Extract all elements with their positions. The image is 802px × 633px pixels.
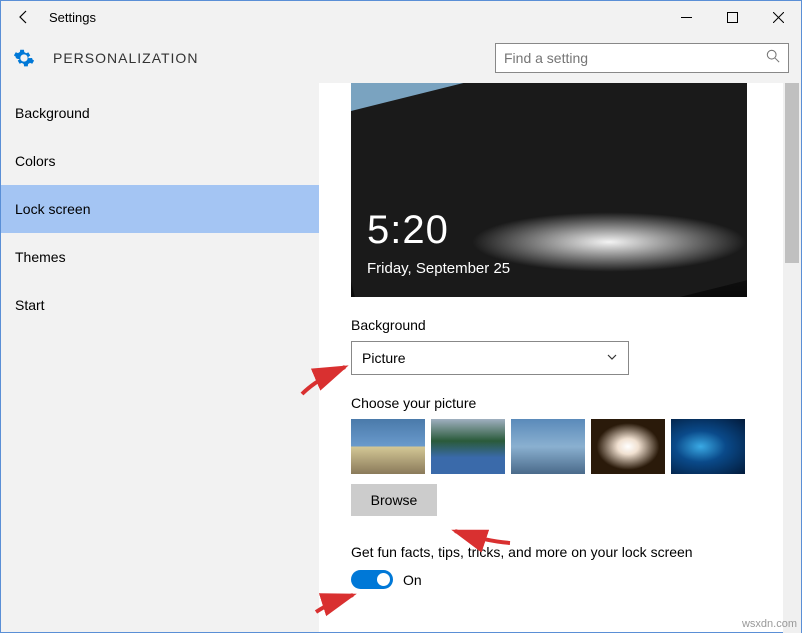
sidebar-item-start[interactable]: Start bbox=[1, 281, 319, 329]
header: PERSONALIZATION bbox=[1, 33, 801, 83]
picture-thumb-3[interactable] bbox=[511, 419, 585, 474]
sidebar-item-background[interactable]: Background bbox=[1, 89, 319, 137]
titlebar: Settings bbox=[1, 1, 801, 33]
browse-button[interactable]: Browse bbox=[351, 484, 437, 516]
picture-thumb-2[interactable] bbox=[431, 419, 505, 474]
preview-date: Friday, September 25 bbox=[367, 260, 510, 277]
search-icon bbox=[766, 49, 780, 68]
sidebar-item-lock-screen[interactable]: Lock screen bbox=[1, 185, 319, 233]
watermark: wsxdn.com bbox=[742, 618, 797, 630]
maximize-icon bbox=[727, 12, 738, 23]
search-container bbox=[495, 43, 789, 73]
preview-time: 5:20 bbox=[367, 208, 449, 253]
back-button[interactable] bbox=[9, 2, 39, 32]
choose-picture-label: Choose your picture bbox=[351, 395, 801, 411]
arrow-left-icon bbox=[16, 9, 32, 25]
scrollbar[interactable] bbox=[783, 83, 801, 633]
background-label: Background bbox=[351, 317, 801, 333]
picture-thumb-1[interactable] bbox=[351, 419, 425, 474]
picture-thumbnails bbox=[351, 419, 801, 474]
toggle-row: On bbox=[351, 570, 801, 589]
sidebar: Background Colors Lock screen Themes Sta… bbox=[1, 83, 319, 632]
fun-facts-label: Get fun facts, tips, tricks, and more on… bbox=[351, 544, 801, 560]
window-controls bbox=[663, 1, 801, 33]
close-icon bbox=[773, 12, 784, 23]
chevron-down-icon bbox=[606, 350, 618, 366]
search-box[interactable] bbox=[495, 43, 789, 73]
fun-facts-toggle[interactable] bbox=[351, 570, 393, 589]
picture-thumb-4[interactable] bbox=[591, 419, 665, 474]
content: Background Colors Lock screen Themes Sta… bbox=[1, 83, 801, 632]
toggle-state: On bbox=[403, 572, 422, 588]
window-title: Settings bbox=[49, 10, 96, 25]
lock-screen-preview: 5:20 Friday, September 25 bbox=[351, 83, 747, 297]
page-title: PERSONALIZATION bbox=[53, 50, 198, 66]
minimize-button[interactable] bbox=[663, 1, 709, 33]
scrollbar-thumb[interactable] bbox=[785, 83, 799, 263]
dropdown-value: Picture bbox=[362, 350, 406, 366]
gear-icon bbox=[13, 47, 35, 69]
background-dropdown[interactable]: Picture bbox=[351, 341, 629, 375]
sidebar-item-themes[interactable]: Themes bbox=[1, 233, 319, 281]
sidebar-item-colors[interactable]: Colors bbox=[1, 137, 319, 185]
settings-window: Settings PERSONALIZATION bbox=[0, 0, 802, 633]
main-panel: 5:20 Friday, September 25 Background Pic… bbox=[319, 83, 801, 632]
search-input[interactable] bbox=[504, 50, 766, 66]
close-button[interactable] bbox=[755, 1, 801, 33]
picture-thumb-5[interactable] bbox=[671, 419, 745, 474]
minimize-icon bbox=[681, 12, 692, 23]
maximize-button[interactable] bbox=[709, 1, 755, 33]
